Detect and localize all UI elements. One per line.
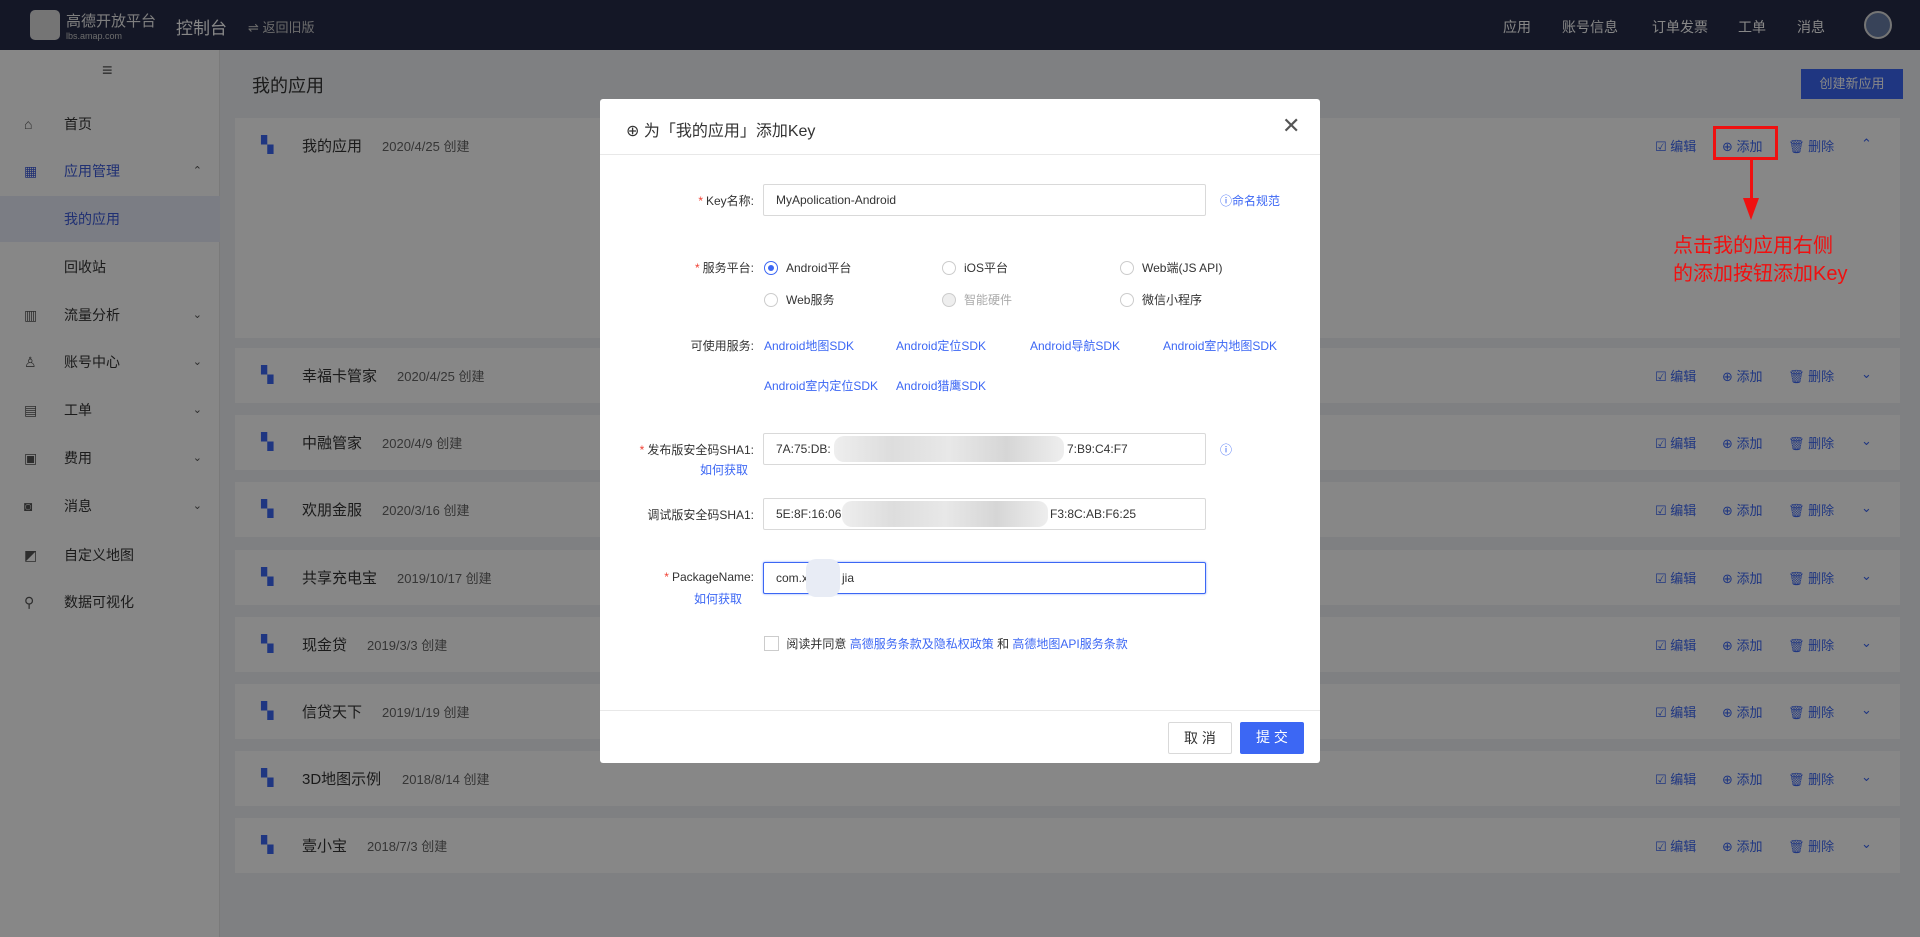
agree-checkbox[interactable] [764, 636, 779, 651]
service-link[interactable]: Android室内定位SDK [764, 377, 878, 394]
radio-web-js[interactable]: Web端(JS API) [1120, 259, 1222, 276]
redacted-blur [806, 559, 840, 597]
api-terms-link[interactable]: 高德地图API服务条款 [1012, 637, 1127, 651]
and-text: 和 [997, 637, 1010, 651]
terms-link[interactable]: 高德服务条款及隐私权政策 [850, 637, 994, 651]
naming-rules-link[interactable]: ⓘ命名规范 [1220, 192, 1280, 209]
agree-text: 阅读并同意 [786, 637, 847, 651]
how-to-get-link[interactable]: 如何获取 [694, 590, 742, 607]
submit-button[interactable]: 提 交 [1240, 722, 1304, 754]
cancel-button[interactable]: 取 消 [1168, 722, 1232, 754]
modal-header: ⊕ 为「我的应用」添加Key ✕ [600, 99, 1320, 155]
radio-wechat-mini[interactable]: 微信小程序 [1120, 291, 1202, 308]
release-sha1-label: * 发布版安全码SHA1: [639, 443, 754, 457]
package-name-label: * PackageName: [664, 570, 754, 584]
plus-circle-icon: ⊕ [626, 123, 644, 140]
annotation-text: 点击我的应用右侧 的添加按钮添加Key [1673, 232, 1847, 288]
help-icon[interactable]: ⓘ [1220, 441, 1232, 458]
platform-label: * 服务平台: [694, 261, 754, 275]
service-link[interactable]: Android导航SDK [1030, 337, 1120, 354]
modal-title: ⊕ 为「我的应用」添加Key [626, 117, 815, 141]
service-link[interactable]: Android猎鹰SDK [896, 377, 986, 394]
package-name-input[interactable]: com.x jia [763, 559, 1206, 597]
radio-smart-hardware: 智能硬件 [942, 291, 1012, 308]
arrow-shaft [1750, 160, 1753, 200]
service-link[interactable]: Android室内地图SDK [1163, 337, 1277, 354]
how-to-get-link[interactable]: 如何获取 [700, 461, 748, 478]
services-label: 可使用服务: [690, 339, 754, 353]
close-icon[interactable]: ✕ [1282, 113, 1300, 139]
radio-android[interactable]: Android平台 [764, 259, 851, 276]
service-link[interactable]: Android地图SDK [764, 337, 854, 354]
help-icon: ⓘ [1220, 194, 1233, 208]
agreement: 阅读并同意 高德服务条款及隐私权政策 和 高德地图API服务条款 [764, 635, 1128, 652]
key-name-label: * Key名称: [698, 194, 754, 208]
arrow-down-icon [1743, 198, 1759, 220]
radio-web-service[interactable]: Web服务 [764, 291, 834, 308]
radio-ios[interactable]: iOS平台 [942, 259, 1008, 276]
modal-footer-divider [600, 710, 1320, 711]
debug-sha1-input[interactable]: 5E:8F:16:06 F3:8C:AB:F6:25 [763, 498, 1206, 530]
redacted-blur [834, 436, 1064, 462]
title-text: 为「我的应用」添加Key [643, 123, 816, 140]
highlight-box [1713, 126, 1778, 160]
redacted-blur [842, 501, 1048, 527]
release-sha1-input[interactable]: 7A:75:DB: 7:B9:C4:F7 [763, 433, 1206, 465]
debug-sha1-label: 调试版安全码SHA1: [647, 508, 754, 522]
service-link[interactable]: Android定位SDK [896, 337, 986, 354]
annotation-line: 的添加按钮添加Key [1673, 263, 1848, 285]
annotation-line: 点击我的应用右侧 [1673, 235, 1833, 257]
key-name-input[interactable]: MyApolication-Android [763, 184, 1206, 216]
add-key-modal: ⊕ 为「我的应用」添加Key ✕ * Key名称: MyApolication-A… [600, 99, 1320, 763]
